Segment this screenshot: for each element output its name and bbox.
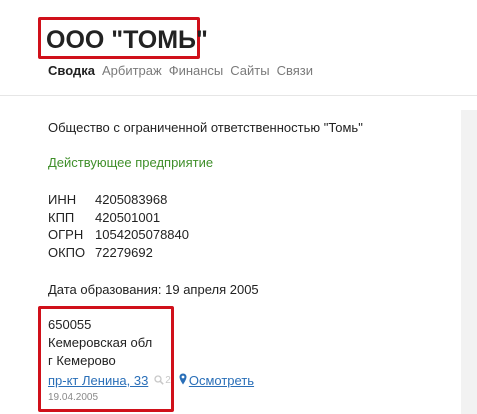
tab-connections[interactable]: Связи [277, 62, 313, 80]
page-title: ООО "ТОМЬ" [46, 26, 208, 54]
code-key: ОГРН [48, 227, 84, 243]
code-row-ogrn: ОГРН 1054205078840 [48, 226, 189, 244]
address-city: г Кемерово [48, 353, 116, 368]
side-panel [461, 110, 477, 414]
street-address-link[interactable]: пр-кт Ленина, 33 [48, 373, 148, 388]
header-divider [0, 95, 477, 96]
search-icon [154, 375, 165, 385]
registration-codes: ИНН 4205083968 КПП 420501001 ОГРН 105420… [48, 191, 189, 262]
code-value: 72279692 [95, 245, 153, 261]
search-count-value: 2 [165, 374, 171, 386]
address-postal-code: 650055 [48, 317, 92, 332]
company-full-name: Общество с ограниченной ответственностью… [48, 120, 363, 135]
address-search-count[interactable]: 2 [154, 375, 171, 386]
company-tabs: Сводка Арбитраж Финансы Сайты Связи [48, 62, 313, 80]
code-value: 4205083968 [95, 192, 168, 207]
address-link-row: пр-кт Ленина, 33 2 Осмотреть [48, 371, 254, 389]
code-value: 1054205078840 [95, 227, 189, 243]
registration-date: Дата образования: 19 апреля 2005 [48, 282, 259, 297]
code-row-kpp: КПП 420501001 [48, 209, 189, 227]
tab-arbitration[interactable]: Арбитраж [102, 62, 162, 80]
code-key: ОКПО [48, 245, 86, 261]
code-row-okpo: ОКПО 72279692 [48, 244, 189, 262]
map-pin-icon [179, 373, 187, 388]
address-region: Кемеровская обл [48, 335, 153, 350]
code-value: 420501001 [95, 209, 161, 225]
tab-finance[interactable]: Финансы [169, 62, 224, 80]
code-row-inn: ИНН 4205083968 [48, 191, 189, 209]
company-status: Действующее предприятие [48, 155, 214, 170]
address-date: 19.04.2005 [48, 392, 99, 403]
code-key: ИНН [48, 192, 77, 207]
tab-sites[interactable]: Сайты [230, 62, 269, 80]
tab-summary[interactable]: Сводка [48, 62, 95, 80]
view-on-map-label: Осмотреть [188, 372, 255, 388]
code-key: КПП [48, 209, 75, 225]
view-on-map-link[interactable]: Осмотреть [179, 373, 254, 388]
